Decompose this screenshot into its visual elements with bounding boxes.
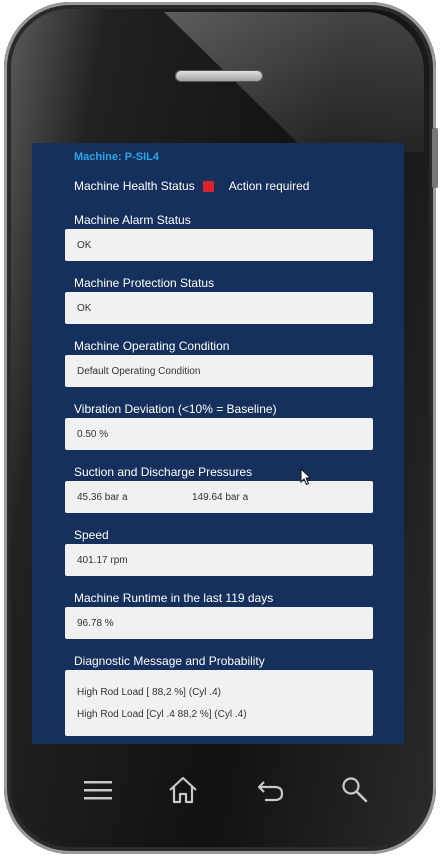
suction-pressure-value: 45.36 bar a <box>77 492 128 503</box>
protection-status-label: Machine Protection Status <box>74 276 215 290</box>
diagnostic-field: High Rod Load [ 88,2 %] (Cyl .4) High Ro… <box>65 670 373 736</box>
runtime-label: Machine Runtime in the last 119 days <box>74 591 274 605</box>
health-indicator-icon <box>202 180 214 192</box>
diagnostic-line: High Rod Load [Cyl .4 88,2 %] (Cyl .4) <box>77 709 247 720</box>
pressures-field: 45.36 bar a 149.64 bar a <box>65 481 373 513</box>
speed-field: 401.17 rpm <box>65 544 373 576</box>
vibration-deviation-value: 0.50 % <box>77 429 109 440</box>
health-status-value: Action required <box>228 179 310 193</box>
diagnostic-label: Diagnostic Message and Probability <box>74 654 265 668</box>
bottom-navigation <box>60 770 380 810</box>
side-button[interactable] <box>432 128 438 188</box>
machine-title: Machine: P-SIL4 <box>74 151 159 163</box>
runtime-field: 96.78 % <box>65 607 373 639</box>
alarm-status-field: OK <box>65 229 373 261</box>
operating-condition-label: Machine Operating Condition <box>74 339 230 353</box>
vibration-deviation-field: 0.50 % <box>65 418 373 450</box>
health-status-row: Machine Health Status Action required <box>74 179 309 193</box>
pressures-label: Suction and Discharge Pressures <box>74 465 253 479</box>
operating-condition-value: Default Operating Condition <box>77 366 201 377</box>
speed-value: 401.17 rpm <box>77 555 128 566</box>
mouse-cursor-icon <box>300 468 312 486</box>
back-icon[interactable] <box>250 770 290 810</box>
protection-status-value: OK <box>77 303 92 314</box>
menu-icon[interactable] <box>78 770 118 810</box>
diagnostic-line: High Rod Load [ 88,2 %] (Cyl .4) <box>77 687 221 698</box>
discharge-pressure-value: 149.64 bar a <box>192 492 249 503</box>
app-screen: Machine: P-SIL4 Machine Health Status Ac… <box>32 143 404 744</box>
alarm-status-label: Machine Alarm Status <box>74 213 191 227</box>
vibration-deviation-label: Vibration Deviation (<10% = Baseline) <box>74 402 277 416</box>
home-icon[interactable] <box>163 770 203 810</box>
speed-label: Speed <box>74 528 109 542</box>
health-status-label: Machine Health Status <box>74 179 195 193</box>
protection-status-field: OK <box>65 292 373 324</box>
earpiece-speaker <box>175 70 263 82</box>
operating-condition-field: Default Operating Condition <box>65 355 373 387</box>
runtime-value: 96.78 % <box>77 618 114 629</box>
alarm-status-value: OK <box>77 240 92 251</box>
screen-glare <box>164 12 424 152</box>
search-icon[interactable] <box>335 770 375 810</box>
